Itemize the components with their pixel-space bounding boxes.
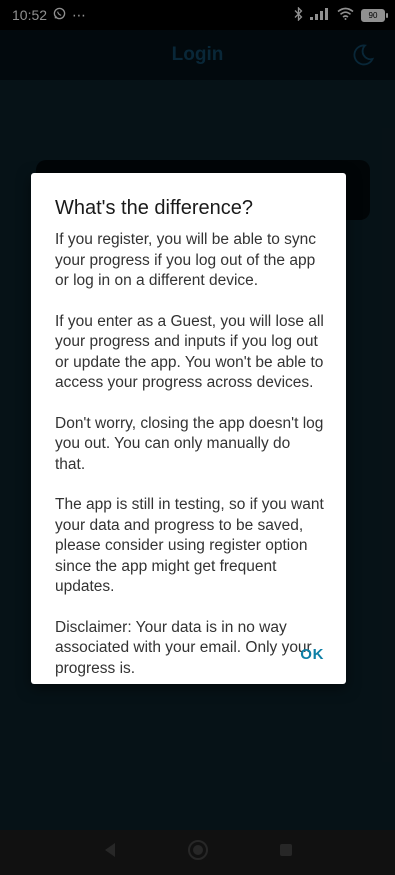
dialog-paragraph-disclaimer: Disclaimer: Your data is in no way assoc… (55, 618, 312, 677)
dialog-actions: OK (300, 646, 324, 664)
ok-button[interactable]: OK (300, 646, 324, 663)
dialog-paragraph-closing: Don't worry, closing the app doesn't log… (55, 414, 324, 473)
dialog-paragraph-testing: The app is still in testing, so if you w… (55, 496, 324, 595)
info-dialog: What's the difference? If you register, … (31, 173, 346, 684)
dialog-title: What's the difference? (55, 197, 254, 219)
dialog-paragraph-guest: If you enter as a Guest, you will lose a… (55, 312, 324, 392)
dialog-paragraph-register: If you register, you will be able to syn… (55, 231, 317, 289)
